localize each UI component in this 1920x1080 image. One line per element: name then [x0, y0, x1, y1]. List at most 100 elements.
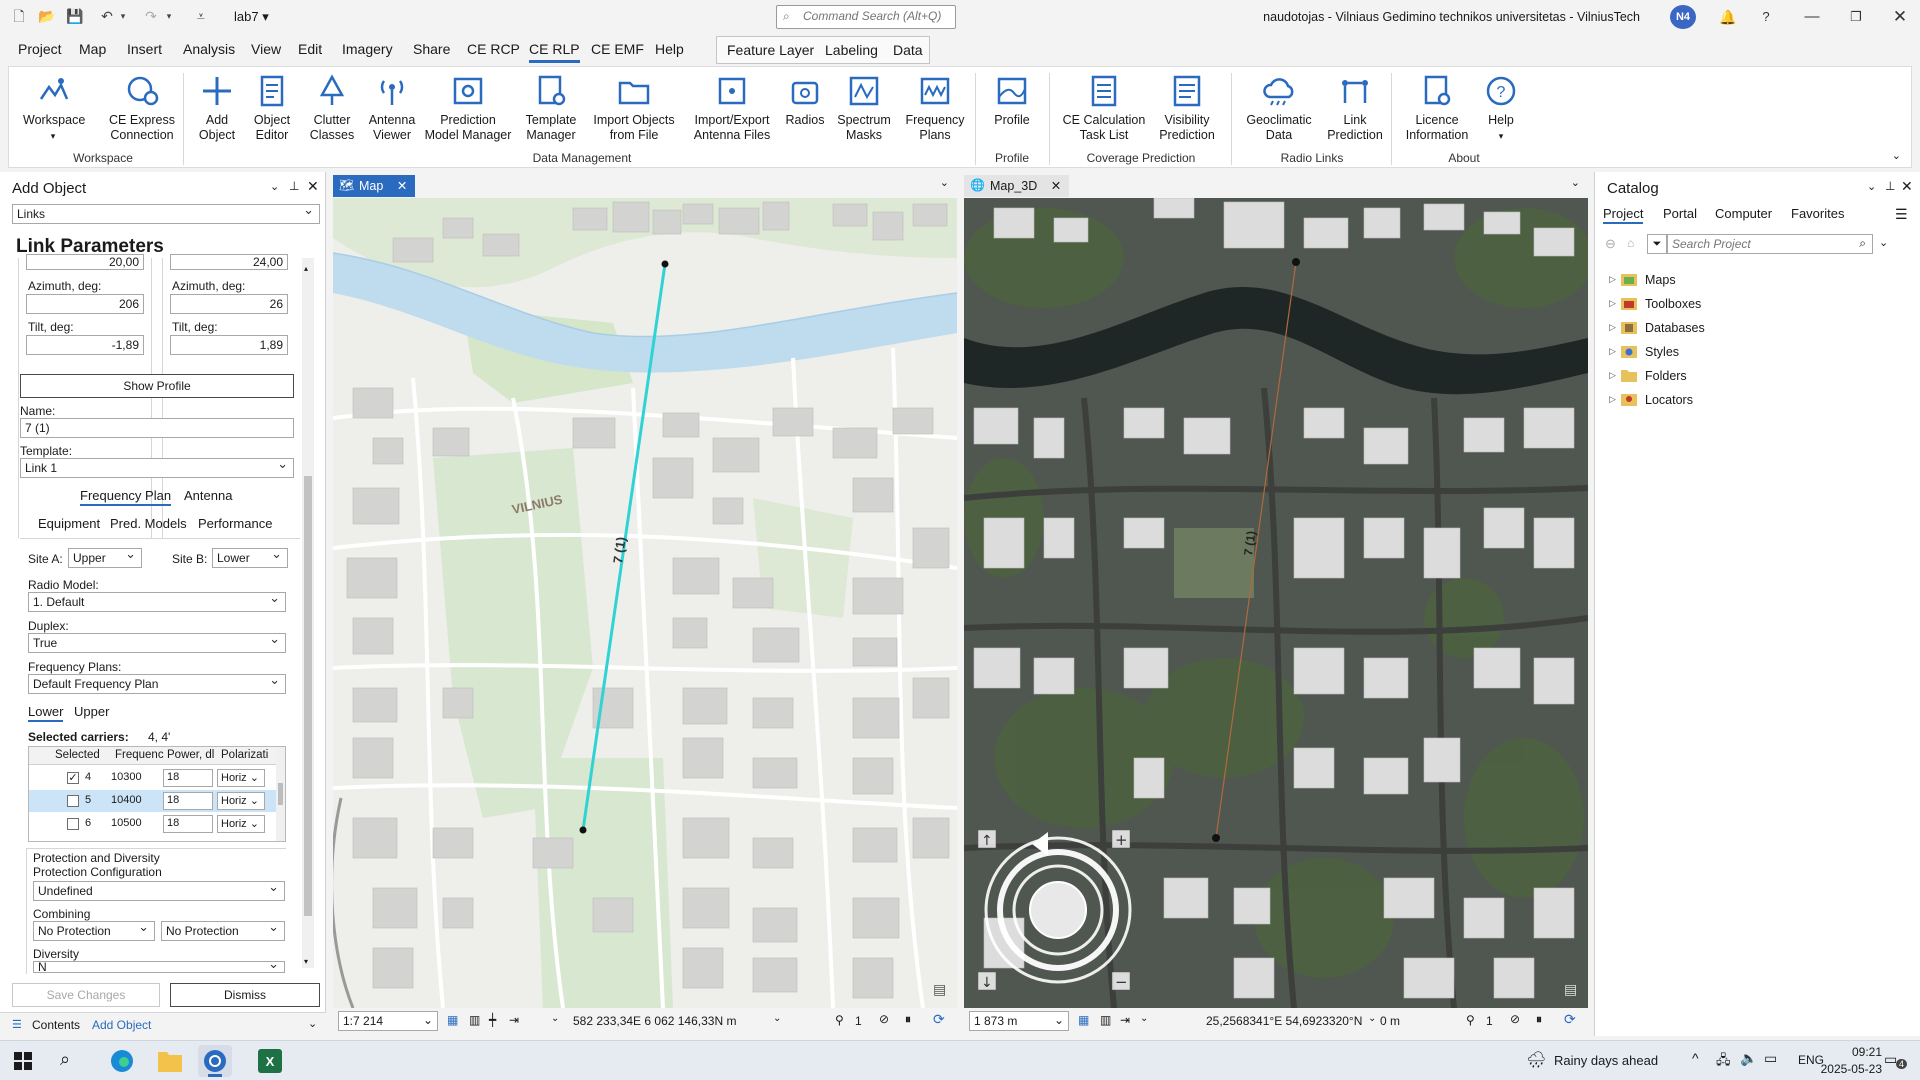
site-b-select[interactable]: Lower [212, 546, 288, 568]
tab-menu-icon[interactable]: ⌄ [1571, 176, 1580, 189]
licence-information-button[interactable]: Licence Information [1401, 73, 1473, 143]
dismiss-button[interactable]: Dismiss [170, 983, 320, 1007]
ce-calculation-task-list-button[interactable]: CE Calculation Task List [1059, 73, 1149, 143]
close-pane-icon[interactable]: ✕ [1901, 178, 1913, 195]
duplex-select[interactable]: True [28, 631, 286, 653]
clock-time[interactable]: 09:21 [1852, 1045, 1882, 1059]
diversity-select[interactable]: N [33, 961, 285, 973]
carrier-polarization-select[interactable]: Horiz ⌄ [217, 769, 265, 787]
close-window-button[interactable]: ✕ [1888, 6, 1912, 28]
network-icon[interactable]: 🖧 [1716, 1051, 1731, 1073]
undo-dropdown-icon[interactable]: ▾ [114, 8, 132, 24]
minimize-button[interactable]: — [1800, 6, 1824, 28]
azimuth-a-input[interactable]: 206 [26, 294, 144, 314]
hamburger-menu-icon[interactable]: ☰ [1895, 206, 1908, 223]
grid-view-icon[interactable]: ▦ [447, 1013, 458, 1027]
new-project-icon[interactable]: 🗋 [10, 8, 28, 24]
scrollbar[interactable]: ▴ ▾ [302, 258, 314, 968]
tab-map3d-view[interactable]: 🌐 Map_3D ✕ [964, 175, 1070, 197]
tilt-b-input[interactable]: 1,89 [170, 335, 288, 355]
snap-icon[interactable]: ┿ [489, 1013, 496, 1027]
pause-icon[interactable]: ⏸ [1536, 1012, 1542, 1027]
add-object-button[interactable]: Add Object [193, 73, 241, 143]
show-profile-button[interactable]: Show Profile [20, 374, 294, 398]
nav-dropdown-icon[interactable]: ⌄ [551, 1013, 559, 1024]
weather-text[interactable]: Rainy days ahead [1554, 1053, 1658, 1068]
tab-antenna[interactable]: Antenna [184, 488, 232, 503]
expand-icon[interactable]: ▷ [1609, 370, 1616, 381]
help-ribbon-button[interactable]: ? Help ▾ [1479, 73, 1523, 144]
object-type-select[interactable]: Links [12, 202, 320, 224]
object-editor-button[interactable]: Object Editor [247, 73, 297, 143]
carrier-power-input[interactable]: 18 [163, 815, 213, 833]
template-select[interactable]: Link 1 [20, 456, 294, 478]
tab-help[interactable]: Help [655, 41, 684, 57]
table-view-icon[interactable]: ▥ [1100, 1013, 1111, 1027]
scroll-thumb[interactable] [304, 476, 312, 916]
open-folder-icon[interactable]: 📂 [38, 8, 56, 24]
tab-data[interactable]: Data [893, 42, 923, 58]
height-a-input[interactable]: 20,00 [26, 254, 144, 270]
link-prediction-button[interactable]: Link Prediction [1325, 73, 1385, 143]
pause-refresh-icon[interactable]: ⊘ [1510, 1012, 1520, 1026]
geoclimatic-data-button[interactable]: Geoclimatic Data [1241, 73, 1317, 143]
save-icon[interactable]: 💾 [66, 8, 84, 24]
site-marker-upper-3d[interactable] [1292, 258, 1300, 266]
grid-view-icon[interactable]: ▦ [1078, 1013, 1089, 1027]
expand-icon[interactable]: ▷ [1609, 274, 1616, 285]
pane-menu-icon[interactable]: ⌄ [1867, 180, 1876, 193]
user-avatar[interactable]: N4 [1670, 5, 1696, 29]
search-dropdown-icon[interactable]: ⌄ [1879, 236, 1888, 249]
windows-start-icon[interactable] [14, 1052, 32, 1070]
table-row[interactable]: 5 10400 18 Horiz ⌄ [29, 790, 277, 812]
table-row[interactable]: 6 10500 18 Horiz ⌄ [29, 813, 277, 835]
nav-options-icon[interactable]: ⇥ [509, 1013, 519, 1027]
carrier-checkbox[interactable] [67, 795, 79, 807]
tab-labeling[interactable]: Labeling [825, 42, 878, 58]
arcgis-pro-taskbar-button[interactable] [198, 1045, 232, 1077]
visibility-prediction-button[interactable]: Visibility Prediction [1155, 73, 1219, 143]
map-2d-view[interactable]: VILNIUS 7 (1) ▤ [333, 198, 957, 1008]
profile-button[interactable]: Profile [985, 73, 1039, 128]
close-pane-icon[interactable]: ✕ [307, 178, 319, 195]
show-hidden-icons-chevron[interactable]: ^ [1692, 1050, 1699, 1066]
file-explorer-icon[interactable] [158, 1050, 182, 1072]
antenna-viewer-button[interactable]: Antenna Viewer [361, 73, 423, 143]
close-tab-icon[interactable]: ✕ [1051, 179, 1061, 193]
catalog-search-input[interactable] [1672, 237, 1842, 251]
import-export-antenna-button[interactable]: Import/Export Antenna Files [687, 73, 777, 143]
grid-scroll-thumb[interactable] [278, 783, 283, 805]
carrier-checkbox[interactable] [67, 818, 79, 830]
tab-add-object[interactable]: Add Object [92, 1018, 151, 1032]
tab-ce-rcp[interactable]: CE RCP [467, 41, 520, 57]
site-a-select[interactable]: Upper [68, 546, 142, 568]
tab-ce-rlp[interactable]: CE RLP [529, 41, 580, 63]
combining-a-select[interactable]: No Protection [33, 919, 155, 941]
clutter-classes-button[interactable]: Clutter Classes [303, 73, 361, 143]
tab-share[interactable]: Share [413, 41, 450, 57]
collapse-ribbon-icon[interactable]: ⌄ [1892, 149, 1901, 162]
frequency-plans-select[interactable]: Default Frequency Plan [28, 672, 286, 694]
tab-view[interactable]: View [251, 41, 281, 57]
combining-b-select[interactable]: No Protection [161, 919, 285, 941]
spectrum-masks-button[interactable]: Spectrum Masks [833, 73, 895, 143]
ce-express-connection-button[interactable]: CE Express Connection [105, 73, 179, 143]
distance-select[interactable]: 1 873 m ⌄ [969, 1011, 1069, 1031]
tab-equipment[interactable]: Equipment [38, 516, 100, 531]
import-objects-button[interactable]: Import Objects from File [589, 73, 679, 143]
help-button[interactable]: ? [1754, 6, 1778, 28]
redo-dropdown-icon[interactable]: ▾ [160, 8, 178, 24]
tab-ce-emf[interactable]: CE EMF [591, 41, 644, 57]
tab-performance[interactable]: Performance [198, 516, 272, 531]
workspace-button[interactable]: Workspace ▾ [23, 73, 85, 144]
customize-toolbar-icon[interactable]: ⩡ [192, 8, 210, 24]
notifications-bell-icon[interactable]: 🔔 [1716, 6, 1740, 28]
expand-icon[interactable]: ▷ [1609, 346, 1616, 357]
clock-date[interactable]: 2025-05-23 [1802, 1062, 1882, 1076]
tab-contents[interactable]: Contents [32, 1018, 80, 1032]
expand-icon[interactable]: ▷ [1609, 298, 1616, 309]
coords-dropdown-icon[interactable]: ⌄ [773, 1013, 781, 1024]
carrier-checkbox[interactable]: ✓ [67, 772, 79, 784]
carrier-power-input[interactable]: 18 [163, 769, 213, 787]
carrier-polarization-select[interactable]: Horiz ⌄ [217, 792, 265, 810]
